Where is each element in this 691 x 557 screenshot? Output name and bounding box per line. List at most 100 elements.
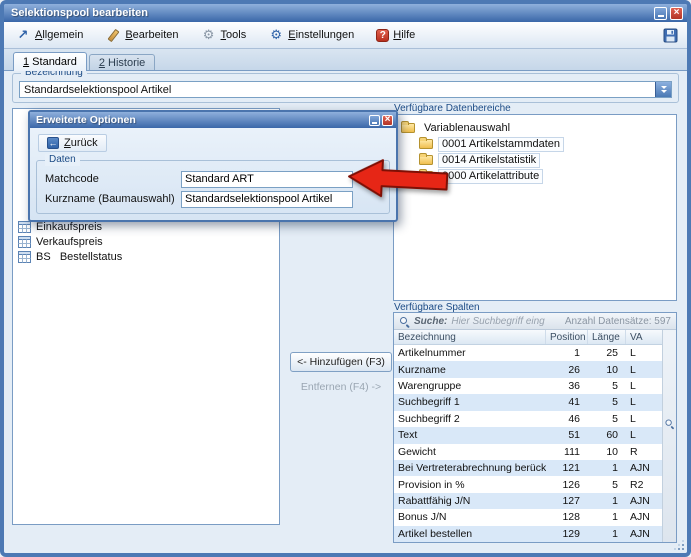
toolbar-button-label: Allgemein	[35, 29, 83, 41]
cell-bezeichnung: Warengruppe	[394, 380, 546, 392]
list-item[interactable]: BS Bestellstatus	[13, 249, 279, 264]
table-icon	[18, 251, 31, 263]
cell-laenge: 1	[588, 511, 626, 523]
cell-bezeichnung: Kurzname	[394, 364, 546, 376]
resize-grip[interactable]	[673, 539, 686, 552]
column-header-laenge[interactable]: Länge	[588, 330, 626, 344]
cell-va: L	[626, 396, 662, 408]
cell-va: AJN	[626, 528, 662, 540]
cell-laenge: 5	[588, 396, 626, 408]
cell-bezeichnung: Suchbegriff 1	[394, 396, 546, 408]
tools-icon	[201, 27, 217, 43]
table-row[interactable]: Suchbegriff 1 41 5 L	[394, 394, 662, 410]
cell-position: 127	[546, 495, 588, 507]
datenbereiche-tree[interactable]: Variablenauswahl 0001 Artikelstammdaten …	[393, 114, 677, 301]
bezeichnung-combobox[interactable]: Standardselektionspool Artikel	[19, 81, 672, 98]
window-titlebar[interactable]: Selektionspool bearbeiten ×	[4, 4, 687, 22]
datenbereiche-title: Verfügbare Datenbereiche	[394, 103, 511, 114]
zurueck-label: Zurück	[64, 137, 98, 149]
table-icon	[18, 221, 31, 233]
kurzname-field[interactable]	[181, 191, 353, 208]
screenshot-stage: Selektionspool bearbeiten × Allgemein Be…	[0, 0, 691, 557]
matchcode-field[interactable]	[181, 171, 353, 188]
entfernen-button[interactable]: Entfernen (F4) ->	[290, 381, 392, 393]
cell-position: 36	[546, 380, 588, 392]
table-row[interactable]: Provision in % 126 5 R2	[394, 476, 662, 492]
field-row: Kurzname (Baumauswahl)	[45, 189, 381, 209]
cell-position: 129	[546, 528, 588, 540]
dialog-body: Zurück Daten Matchcode Kurznam	[30, 128, 396, 220]
table-row[interactable]: Bei Vertreterabrechnung berücksichtige 1…	[394, 460, 662, 476]
tree-item[interactable]: Variablenauswahl	[394, 120, 676, 136]
column-header-bezeichnung[interactable]: Bezeichnung	[394, 330, 546, 344]
list-item[interactable]: Verkaufspreis	[13, 234, 279, 249]
edit-icon	[105, 27, 121, 43]
table-row[interactable]: Artikel bestellen 129 1 AJN	[394, 526, 662, 542]
cell-bezeichnung: Text	[394, 429, 546, 441]
toolbar-button-tools[interactable]: Tools	[198, 25, 250, 45]
dialog-close-button[interactable]: ×	[382, 115, 393, 126]
table-side-toolbar	[662, 330, 676, 542]
zurueck-button[interactable]: Zurück	[38, 134, 107, 152]
erweiterte-optionen-dialog: Erweiterte Optionen × Zurück Daten Match…	[28, 110, 398, 222]
cell-va: L	[626, 347, 662, 359]
toolbar-button-bearbeiten[interactable]: Bearbeiten	[102, 25, 181, 45]
cell-bezeichnung: Artikelnummer	[394, 347, 546, 359]
dialog-minimize-button[interactable]	[369, 115, 380, 126]
cell-laenge: 5	[588, 479, 626, 491]
cell-bezeichnung: Bonus J/N	[394, 511, 546, 523]
tree-item[interactable]: 0000 Artikelattribute	[394, 168, 676, 184]
table-row[interactable]: Suchbegriff 2 46 5 L	[394, 411, 662, 427]
spalten-table: Bezeichnung Position Länge VA Artikelnum…	[394, 330, 676, 542]
save-button[interactable]	[662, 27, 679, 44]
cell-laenge: 1	[588, 462, 626, 474]
table-body: Artikelnummer 1 25 L Kurzname 26 10 L	[394, 345, 662, 542]
table-row[interactable]: Kurzname 26 10 L	[394, 361, 662, 377]
tab-historie[interactable]: 2 Historie	[89, 54, 155, 70]
minimize-button[interactable]	[654, 7, 667, 20]
table-row[interactable]: Bonus J/N 128 1 AJN	[394, 509, 662, 525]
cell-position: 128	[546, 511, 588, 523]
cell-position: 26	[546, 364, 588, 376]
toolbar-button-einstellungen[interactable]: Einstellungen	[265, 25, 357, 45]
cell-position: 126	[546, 479, 588, 491]
save-icon	[663, 28, 678, 43]
close-button[interactable]: ×	[670, 7, 683, 20]
gear-icon	[268, 27, 284, 43]
minimize-icon	[658, 15, 664, 17]
table-row[interactable]: Gewicht 111 10 R	[394, 444, 662, 460]
table-row[interactable]: Text 51 60 L	[394, 427, 662, 443]
column-header-va[interactable]: VA	[626, 330, 662, 344]
hinzufuegen-button[interactable]: <- Hinzufügen (F3)	[290, 352, 392, 372]
dialog-titlebar[interactable]: Erweiterte Optionen ×	[30, 112, 396, 128]
bezeichnung-group: Bezeichnung Standardselektionspool Artik…	[12, 73, 679, 103]
toolbar-button-allgemein[interactable]: Allgemein	[12, 25, 86, 45]
table-row[interactable]: Rabattfähig J/N 127 1 AJN	[394, 493, 662, 509]
toolbar-button-label: Bearbeiten	[125, 29, 178, 41]
bezeichnung-value: Standardselektionspool Artikel	[20, 84, 655, 96]
toolbar-button-hilfe[interactable]: Hilfe	[373, 27, 418, 44]
arrow-icon	[15, 27, 31, 43]
column-header-position[interactable]: Position	[546, 330, 588, 344]
table-row[interactable]: Artikelnummer 1 25 L	[394, 345, 662, 361]
tree-item-label: 0014 Artikelstatistik	[438, 153, 540, 168]
cell-laenge: 5	[588, 413, 626, 425]
spalten-search-bar[interactable]: Suche: Hier Suchbegriff eing Anzahl Date…	[394, 313, 676, 330]
back-arrow-icon	[47, 137, 59, 149]
cell-position: 1	[546, 347, 588, 359]
tab-standard[interactable]: 1 Standard	[13, 52, 87, 71]
tabbar: 1 Standard 2 Historie	[4, 49, 687, 70]
search-icon[interactable]	[665, 419, 675, 429]
dropdown-button[interactable]	[655, 82, 671, 97]
cell-laenge: 5	[588, 380, 626, 392]
tree-item[interactable]: 0014 Artikelstatistik	[394, 152, 676, 168]
field-label: Kurzname (Baumauswahl)	[45, 193, 181, 205]
cell-bezeichnung: Rabattfähig J/N	[394, 495, 546, 507]
cell-laenge: 1	[588, 495, 626, 507]
tree-item[interactable]: 0001 Artikelstammdaten	[394, 136, 676, 152]
cell-laenge: 10	[588, 446, 626, 458]
cell-laenge: 25	[588, 347, 626, 359]
table-row[interactable]: Warengruppe 36 5 L	[394, 378, 662, 394]
cell-va: AJN	[626, 511, 662, 523]
folder-icon	[419, 139, 433, 149]
